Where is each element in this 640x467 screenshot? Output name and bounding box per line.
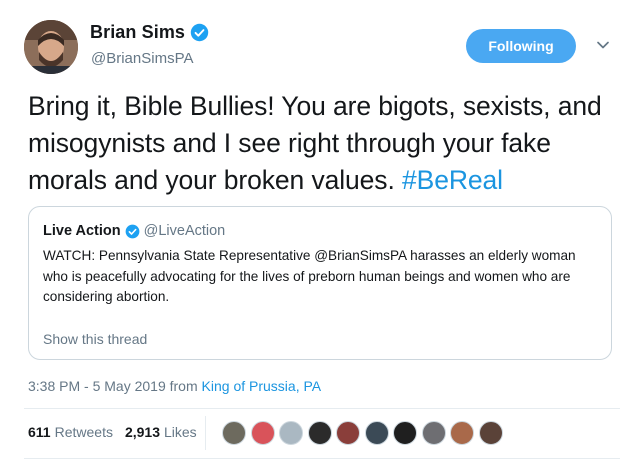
author-avatar[interactable] [24, 20, 78, 74]
divider [24, 458, 620, 459]
likes-stat[interactable]: 2,913 Likes [125, 424, 197, 440]
divider [24, 408, 620, 409]
chevron-down-icon[interactable] [596, 38, 610, 52]
liker-avatar[interactable] [307, 421, 332, 445]
author-name[interactable]: Brian Sims [90, 22, 185, 43]
author-name-row: Brian Sims [90, 22, 209, 43]
likes-label: Likes [164, 424, 197, 440]
quoted-author-name: Live Action [43, 223, 121, 239]
tweet-location-link[interactable]: King of Prussia, PA [202, 378, 322, 394]
quoted-author-handle: @LiveAction [143, 223, 226, 239]
tweet-body: Bring it, Bible Bullies! You are bigots,… [28, 91, 602, 195]
liker-avatars [222, 421, 507, 445]
liker-avatar[interactable] [364, 421, 389, 445]
liker-avatar[interactable] [421, 421, 446, 445]
author-handle[interactable]: @BrianSimsPA [91, 50, 193, 67]
liker-avatar[interactable] [450, 421, 474, 445]
stats-separator [205, 416, 206, 450]
liker-avatar[interactable] [336, 421, 360, 445]
following-button[interactable]: Following [466, 29, 576, 63]
tweet-metadata: 3:38 PM - 5 May 2019 from King of Prussi… [28, 378, 321, 394]
tweet-text: Bring it, Bible Bullies! You are bigots,… [28, 88, 618, 199]
hashtag-link[interactable]: #BeReal [402, 165, 503, 195]
tweet-timestamp[interactable]: 3:38 PM - 5 May 2019 from [28, 378, 198, 394]
tweet-stats: 611 Retweets 2,913 Likes [28, 424, 197, 440]
liker-avatar[interactable] [393, 421, 417, 445]
quoted-tweet-text: WATCH: Pennsylvania State Representative… [43, 248, 576, 304]
quoted-tweet-header: Live Action @LiveAction [43, 223, 225, 239]
verified-badge-icon [125, 224, 139, 238]
verified-badge-icon [190, 23, 209, 42]
likes-count: 2,913 [124, 424, 160, 440]
retweets-stat[interactable]: 611 Retweets [28, 424, 113, 440]
retweets-count: 611 [28, 424, 51, 440]
liker-avatar[interactable] [478, 421, 503, 445]
show-thread-link[interactable]: Show this thread [43, 331, 147, 347]
liker-avatar[interactable] [250, 421, 275, 445]
retweets-label: Retweets [54, 424, 113, 440]
quoted-tweet[interactable]: Live Action @LiveAction WATCH: Pennsylva… [28, 206, 612, 360]
liker-avatar[interactable] [279, 421, 303, 445]
liker-avatar[interactable] [222, 421, 246, 445]
